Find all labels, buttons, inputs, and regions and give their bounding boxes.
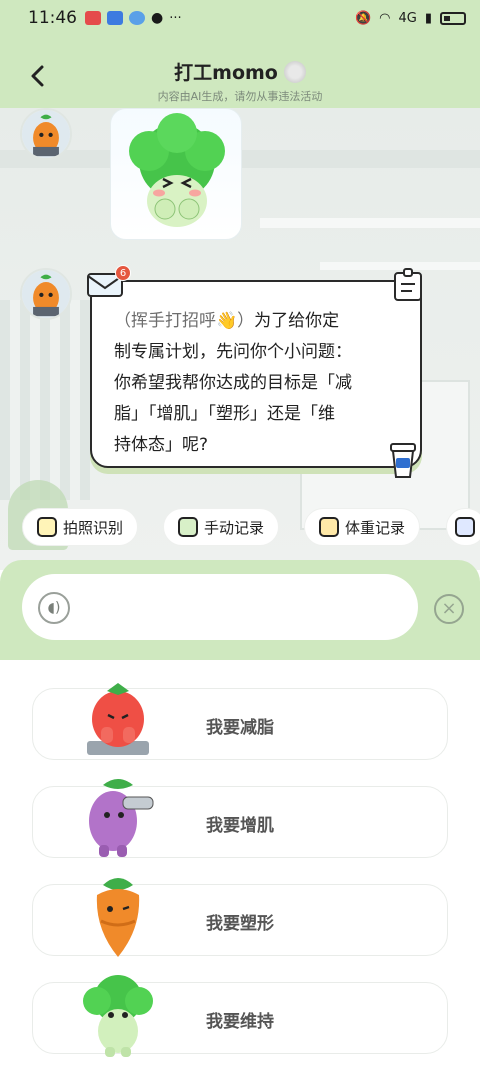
list-icon [455, 517, 475, 537]
message-input[interactable]: ◖) [22, 574, 418, 640]
ceiling-light [260, 218, 480, 228]
option-maintain[interactable]: 我要维持 [32, 975, 448, 1057]
pen-icon [178, 517, 198, 537]
goal-options: 我要减脂 我要增肌 我要塑形 我要维持 [0, 660, 480, 1067]
page-title: 打工momo [0, 58, 480, 85]
photo-recognition-chip[interactable]: 拍照识别 [22, 508, 139, 546]
signal-icon: ▮ [424, 10, 432, 26]
sticker-message[interactable] [110, 108, 242, 240]
option-label: 我要维持 [206, 1012, 274, 1032]
option-label: 我要减脂 [206, 718, 274, 738]
carrot-avatar-icon [22, 110, 70, 158]
coffee-cup-icon [390, 443, 416, 478]
camera-icon [37, 517, 57, 537]
chip-label: 拍照识别 [63, 518, 124, 537]
bot-avatar[interactable] [20, 108, 72, 160]
bot-message-bubble: （挥手打招呼👋）为了给你定 制专属计划，先问你个小问题： 你希望我帮你达成的目标… [90, 280, 422, 468]
battery-icon [440, 11, 466, 25]
message-line: （挥手打招呼👋）为了给你定 [114, 306, 398, 337]
note-icon [394, 268, 422, 301]
wechat-icon: ● [151, 10, 164, 26]
more-actions-chip[interactable] [446, 508, 480, 546]
message-line: 你希望我帮你达成的目标是「减 [114, 373, 352, 393]
unread-badge: 6 [115, 265, 131, 281]
option-shape-body[interactable]: 我要塑形 [32, 878, 448, 957]
app-notification-icon [85, 11, 101, 25]
chip-label: 体重记录 [345, 518, 406, 537]
chat-header: 打工momo 内容由AI生成，请勿从事违法活动 [0, 52, 480, 108]
app-notification-icon [107, 11, 123, 25]
bot-avatar[interactable] [20, 268, 72, 320]
status-time: 11:46 [28, 8, 77, 28]
message-line: 持体态」呢? [114, 435, 209, 455]
mute-icon: 🔕 [354, 10, 372, 26]
broccoli-sticker-icon [129, 113, 225, 227]
option-label: 我要塑形 [206, 914, 274, 934]
input-panel: ◖) × [0, 560, 480, 660]
app-notification-icon [129, 11, 145, 25]
network-label: 4G [398, 10, 417, 26]
quick-actions-bar: 拍照识别 手动记录 体重记录 [0, 508, 480, 548]
chip-label: 手动记录 [204, 518, 265, 537]
verified-badge-icon [283, 61, 306, 83]
option-gain-muscle[interactable]: 我要增肌 [32, 779, 448, 858]
voice-icon[interactable]: ◖) [38, 592, 70, 624]
message-text: 为了给你定 [254, 311, 340, 331]
message-line: 脂」「增肌」「塑形」还是「维 [114, 404, 335, 424]
ai-disclaimer: 内容由AI生成，请勿从事违法活动 [157, 90, 323, 103]
message-action-text: （挥手打招呼👋） [114, 311, 255, 331]
message-line: 制专属计划，先问你个小问题： [114, 342, 352, 362]
wifi-icon: ◠ [379, 10, 391, 26]
status-bar: 11:46 ● ··· 🔕 ◠ 4G ▮ [0, 0, 480, 36]
scale-icon [319, 517, 339, 537]
close-circle-icon[interactable]: × [434, 594, 464, 624]
notification-icons: ● ··· [85, 10, 182, 26]
weight-record-chip[interactable]: 体重记录 [304, 508, 421, 546]
carrot-avatar-icon [22, 270, 70, 318]
more-notifications-icon: ··· [169, 10, 182, 26]
manual-record-chip[interactable]: 手动记录 [163, 508, 280, 546]
system-icons: 🔕 ◠ 4G ▮ [355, 11, 466, 26]
title-text: 打工momo [174, 62, 278, 84]
option-lose-fat[interactable]: 我要减脂 [32, 683, 448, 760]
window-blinds [0, 300, 90, 500]
option-label: 我要增肌 [206, 816, 274, 836]
